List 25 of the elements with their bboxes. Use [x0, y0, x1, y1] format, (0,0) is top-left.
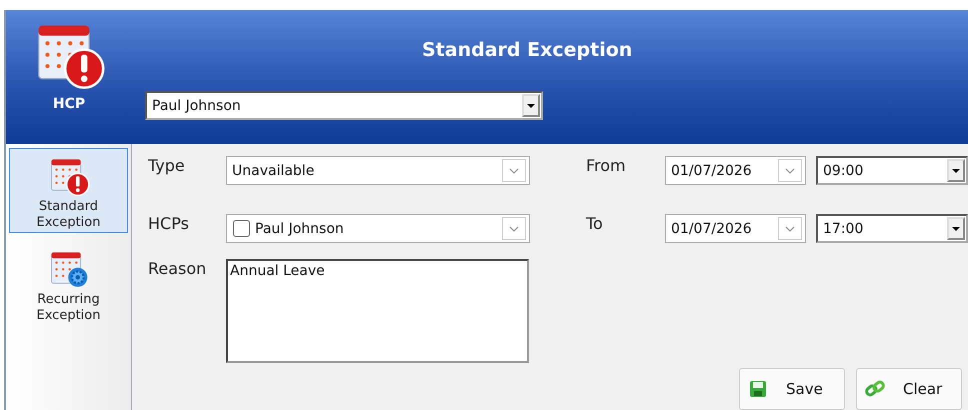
hcps-label: HCPs [148, 214, 190, 235]
chain-link-icon [865, 379, 885, 399]
clear-button[interactable]: Clear [856, 368, 962, 410]
date-picker[interactable]: 01/07/2026 [665, 214, 806, 243]
type-select[interactable]: Unavailable [226, 156, 530, 185]
save-button[interactable]: Save [739, 368, 845, 410]
reason-label: Reason [148, 259, 208, 280]
time-select[interactable]: 17:00 [816, 214, 968, 243]
time-select[interactable]: 09:00 [816, 156, 968, 185]
chevron-icon [778, 159, 802, 182]
date-picker[interactable]: 01/07/2026 [665, 156, 806, 185]
to-label: To [586, 214, 604, 235]
hcps-select[interactable]: Paul Johnson [226, 214, 530, 243]
app-label: HCP [52, 96, 86, 112]
chevron-icon [502, 159, 526, 182]
hcp-select[interactable]: Paul Johnson [145, 91, 543, 120]
sidebar-item[interactable]: Standard Exception [9, 148, 128, 234]
window-title: Standard Exception [422, 39, 634, 61]
checkbox[interactable] [233, 220, 250, 237]
from-label: From [586, 156, 627, 177]
chevron-icon [778, 217, 802, 240]
chevron-icon [502, 217, 526, 240]
type-label: Type [148, 156, 186, 177]
reason-field[interactable]: Annual Leave [226, 259, 529, 363]
sidebar-item[interactable]: Recurring Exception [9, 241, 128, 326]
